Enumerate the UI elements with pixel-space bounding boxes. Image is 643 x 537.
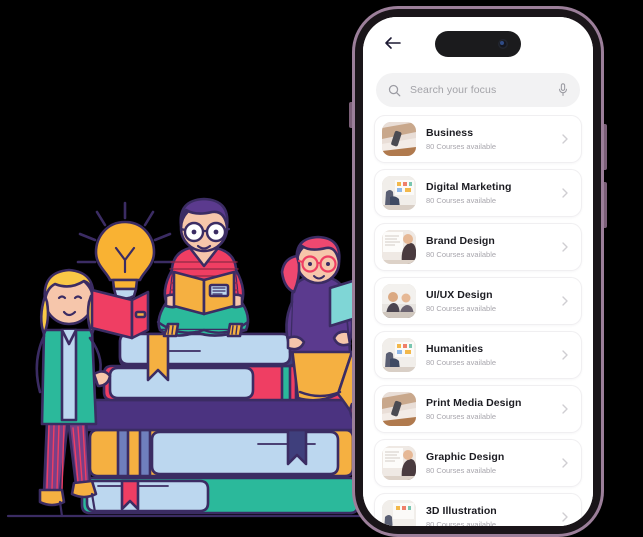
back-button[interactable] (379, 30, 405, 56)
category-title: UI/UX Design (426, 288, 493, 301)
chevron-right-icon (562, 512, 568, 522)
chevron-right-icon (562, 134, 568, 144)
category-row-business[interactable]: Business 80 Courses available (374, 115, 582, 163)
chevron-right-icon (562, 404, 568, 414)
dynamic-island (435, 31, 521, 57)
chevron-right-icon (562, 242, 568, 252)
chevron-right-icon (562, 458, 568, 468)
category-thumbnail (382, 122, 416, 156)
category-text: Humanities 80 Courses available (426, 343, 559, 367)
chevron-right-icon (562, 188, 568, 198)
category-thumbnail (382, 500, 416, 526)
category-row-3d-illustration[interactable]: 3D Illustration 80 Courses available (374, 493, 582, 526)
category-row-ui-ux-design[interactable]: UI/UX Design 80 Courses available (374, 277, 582, 325)
category-text: 3D Illustration 80 Courses available (426, 505, 559, 526)
book-orange (88, 428, 355, 478)
category-subtitle: 80 Courses available (426, 466, 497, 476)
category-thumbnail (382, 392, 416, 426)
search-bar[interactable]: Search your focus (376, 73, 580, 107)
book-teal-bottom (80, 476, 360, 515)
phone-mockup: Search your focus Business 80 Courses av… (349, 6, 607, 537)
screenshot-canvas: Search your focus Business 80 Courses av… (0, 0, 643, 537)
phone-power-button[interactable] (604, 124, 607, 170)
category-row-graphic-design[interactable]: Graphic Design 80 Courses available (374, 439, 582, 487)
category-thumbnail (382, 446, 416, 480)
category-subtitle: 80 Courses available (426, 358, 497, 368)
category-subtitle: 80 Courses available (426, 196, 497, 206)
category-title: Print Media Design (426, 396, 522, 409)
front-camera-icon (498, 39, 508, 49)
category-subtitle: 80 Courses available (426, 304, 497, 314)
category-title: Brand Design (426, 234, 495, 247)
category-title: Business (426, 126, 474, 139)
category-thumbnail (382, 338, 416, 372)
category-text: Business 80 Courses available (426, 127, 559, 151)
category-row-digital-marketing[interactable]: Digital Marketing 80 Courses available (374, 169, 582, 217)
category-subtitle: 80 Courses available (426, 250, 497, 260)
category-row-humanities[interactable]: Humanities 80 Courses available (374, 331, 582, 379)
category-row-brand-design[interactable]: Brand Design 80 Courses available (374, 223, 582, 271)
category-text: UI/UX Design 80 Courses available (426, 289, 559, 313)
chevron-right-icon (562, 296, 568, 306)
category-thumbnail (382, 176, 416, 210)
category-subtitle: 80 Courses available (426, 142, 497, 152)
search-icon (388, 84, 401, 96)
category-subtitle: 80 Courses available (426, 520, 497, 526)
lightbulb-icon (94, 220, 156, 300)
category-list[interactable]: Business 80 Courses available Digital Ma… (363, 115, 593, 526)
arrow-left-icon (384, 37, 401, 49)
phone-volume-button[interactable] (349, 102, 352, 128)
category-thumbnail (382, 230, 416, 264)
category-title: Humanities (426, 342, 484, 355)
search-section: Search your focus (376, 73, 580, 107)
category-text: Graphic Design 80 Courses available (426, 451, 559, 475)
students-reading-illustration (0, 0, 380, 537)
character-boy (156, 197, 250, 338)
category-title: Digital Marketing (426, 180, 512, 193)
category-text: Digital Marketing 80 Courses available (426, 181, 559, 205)
category-title: 3D Illustration (426, 504, 497, 517)
category-thumbnail (382, 284, 416, 318)
chevron-right-icon (562, 350, 568, 360)
category-subtitle: 80 Courses available (426, 412, 497, 422)
microphone-icon[interactable] (558, 83, 568, 97)
search-input-placeholder[interactable]: Search your focus (410, 84, 549, 96)
category-row-print-media-design[interactable]: Print Media Design 80 Courses available (374, 385, 582, 433)
category-title: Graphic Design (426, 450, 505, 463)
book-purple (80, 398, 360, 432)
category-text: Brand Design 80 Courses available (426, 235, 559, 259)
phone-side-button-2[interactable] (604, 182, 607, 228)
category-text: Print Media Design 80 Courses available (426, 397, 559, 421)
phone-screen: Search your focus Business 80 Courses av… (363, 17, 593, 526)
